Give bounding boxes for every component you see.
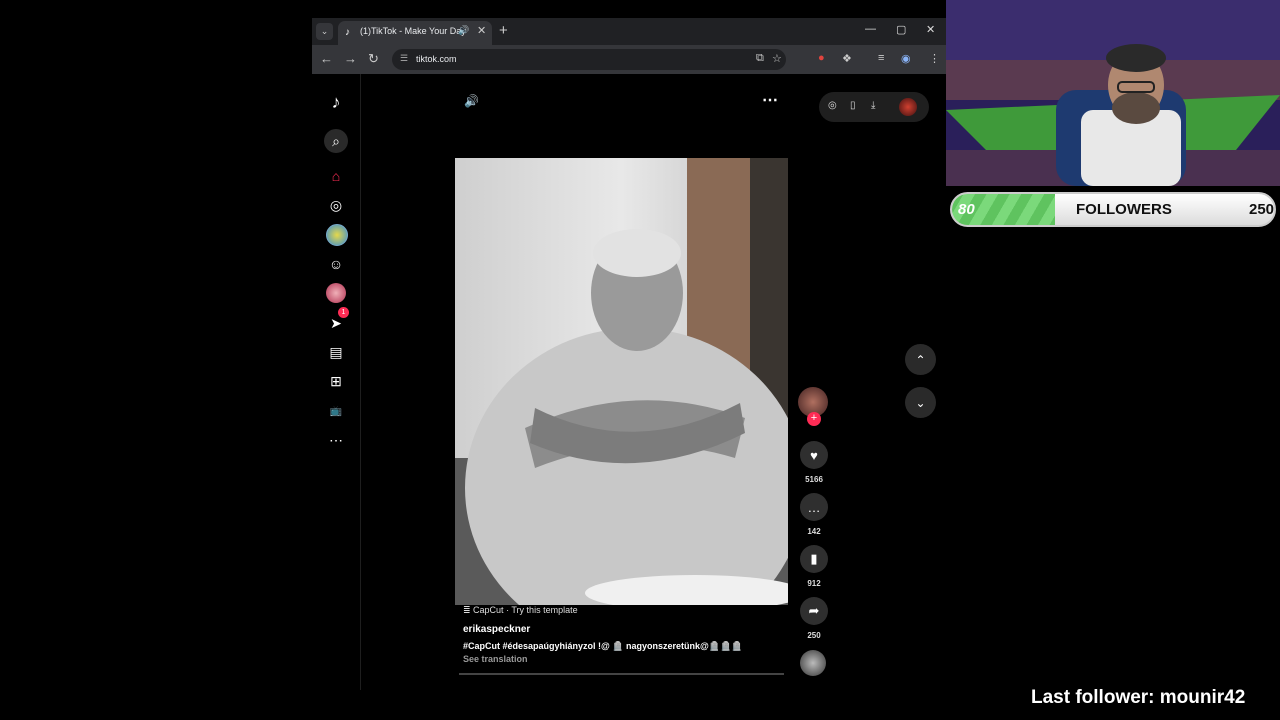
- profile-icon[interactable]: ◉: [901, 52, 911, 65]
- bookmark-icon: ▮: [810, 551, 818, 566]
- friends-icon[interactable]: ☺: [324, 252, 348, 276]
- volume-icon[interactable]: 🔊: [464, 94, 479, 108]
- webcam-feed: [946, 0, 1280, 186]
- browser-tab[interactable]: ♪ (1)TikTok - Make Your Day 🔊 ✕: [338, 21, 492, 45]
- address-bar[interactable]: ☰ tiktok.com ⧉ ☆: [392, 49, 786, 70]
- tiktok-favicon: ♪: [345, 27, 350, 38]
- music-disc[interactable]: [800, 650, 826, 676]
- template-label: CapCut · Try this template: [473, 605, 578, 615]
- video-player[interactable]: [455, 158, 788, 605]
- new-tab-icon[interactable]: +: [499, 22, 508, 39]
- download-icon[interactable]: ⤓: [871, 100, 875, 111]
- puzzle-icon[interactable]: ❖: [842, 52, 852, 65]
- inbox-icon[interactable]: ▤: [324, 340, 348, 364]
- webcam-overlay: [946, 0, 1280, 186]
- video-progress-bar[interactable]: [459, 673, 784, 675]
- share-button[interactable]: ➦: [800, 597, 828, 625]
- followers-current: 80: [958, 201, 975, 218]
- following-avatar[interactable]: [326, 224, 348, 246]
- maximize-icon[interactable]: ▢: [896, 23, 906, 36]
- install-icon[interactable]: ⧉: [756, 52, 764, 65]
- upload-icon[interactable]: ⊞: [324, 369, 348, 393]
- video-frame: [455, 158, 788, 605]
- video-description: #CapCut #édesapaúgyhiányzol !@ 🪦 nagyons…: [463, 641, 743, 651]
- tab-bar: ⌄ ♪ (1)TikTok - Make Your Day 🔊 ✕ + — ▢ …: [312, 18, 946, 45]
- more-options-icon[interactable]: ⋯: [762, 90, 778, 110]
- close-icon[interactable]: ✕: [477, 24, 486, 37]
- comment-icon: …: [807, 499, 821, 515]
- video-tools: ◎ ▯ ⤓: [819, 92, 929, 122]
- tab-title: (1)TikTok - Make Your Day: [360, 26, 466, 36]
- more-icon[interactable]: ⋯: [324, 428, 348, 452]
- minimize-icon[interactable]: —: [865, 23, 876, 35]
- see-translation-link[interactable]: See translation: [463, 654, 528, 664]
- tab-search-icon[interactable]: ⌄: [316, 23, 333, 40]
- capcut-template-link[interactable]: ≣ CapCut · Try this template: [463, 605, 578, 616]
- back-icon[interactable]: ←: [320, 51, 333, 66]
- previous-video-button[interactable]: ⌃: [905, 344, 936, 375]
- capcut-icon: ≣: [463, 605, 474, 615]
- like-count: 5166: [805, 475, 823, 484]
- last-follower-text: Last follower: mounir42: [1031, 687, 1246, 708]
- creator-avatar[interactable]: [899, 98, 917, 116]
- comment-count: 142: [807, 527, 821, 536]
- comment-button[interactable]: …: [800, 493, 828, 521]
- heart-icon: ♥: [810, 447, 818, 463]
- forward-icon[interactable]: →: [344, 51, 357, 66]
- followers-goal: 250: [1249, 201, 1275, 218]
- chevron-up-icon: ⌃: [915, 352, 926, 367]
- speaker-icon[interactable]: 🔊: [458, 25, 469, 36]
- media-icon[interactable]: ≡: [878, 52, 884, 64]
- home-icon[interactable]: ⌂: [324, 164, 348, 188]
- compass-icon[interactable]: ◎: [828, 100, 837, 111]
- site-info-icon[interactable]: ☰: [400, 53, 408, 64]
- explore-icon[interactable]: ◎: [324, 193, 348, 217]
- profile-avatar[interactable]: [326, 283, 346, 303]
- share-icon: ➦: [808, 603, 820, 618]
- sidebar: ♪ ⌕ ⌂ ◎ ☺ ➤ 1 ▤ ⊞ 📺 ⋯: [312, 74, 361, 690]
- window-close-icon[interactable]: ✕: [926, 23, 935, 36]
- reload-icon[interactable]: ↻: [368, 51, 379, 67]
- save-count: 912: [807, 579, 821, 588]
- tiktok-logo[interactable]: ♪: [324, 90, 348, 114]
- search-icon[interactable]: ⌕: [324, 129, 348, 153]
- live-icon[interactable]: 📺: [324, 399, 348, 423]
- tiktok-page: ♪ ⌕ ⌂ ◎ ☺ ➤ 1 ▤ ⊞ 📺 ⋯ 🔊 ⋯ ◎ ▯ ⤓ ≣ CapCut…: [312, 74, 946, 690]
- like-button[interactable]: ♥: [800, 441, 828, 469]
- follow-plus-icon[interactable]: +: [807, 412, 821, 426]
- browser-toolbar: ← → ↻ ☰ tiktok.com ⧉ ☆ ● ❖ ≡ ◉ ⋮: [312, 45, 946, 74]
- next-video-button[interactable]: ⌄: [905, 387, 936, 418]
- notification-badge: 1: [338, 307, 349, 318]
- followers-goal-bar: 80 FOLLOWERS 250: [950, 192, 1276, 227]
- chevron-down-icon: ⌄: [915, 395, 926, 410]
- extension-icon[interactable]: ●: [818, 52, 825, 64]
- author-name[interactable]: erikaspeckner: [463, 624, 530, 635]
- browser-window: ⌄ ♪ (1)TikTok - Make Your Day 🔊 ✕ + — ▢ …: [312, 18, 946, 690]
- share-count: 250: [807, 631, 821, 640]
- save-button[interactable]: ▮: [800, 545, 828, 573]
- url-text: tiktok.com: [416, 54, 457, 64]
- messages-icon[interactable]: ➤ 1: [324, 307, 349, 335]
- followers-label: FOLLOWERS: [1076, 201, 1172, 218]
- star-icon[interactable]: ☆: [772, 52, 782, 65]
- phone-icon[interactable]: ▯: [850, 100, 856, 111]
- menu-icon[interactable]: ⋮: [929, 52, 940, 65]
